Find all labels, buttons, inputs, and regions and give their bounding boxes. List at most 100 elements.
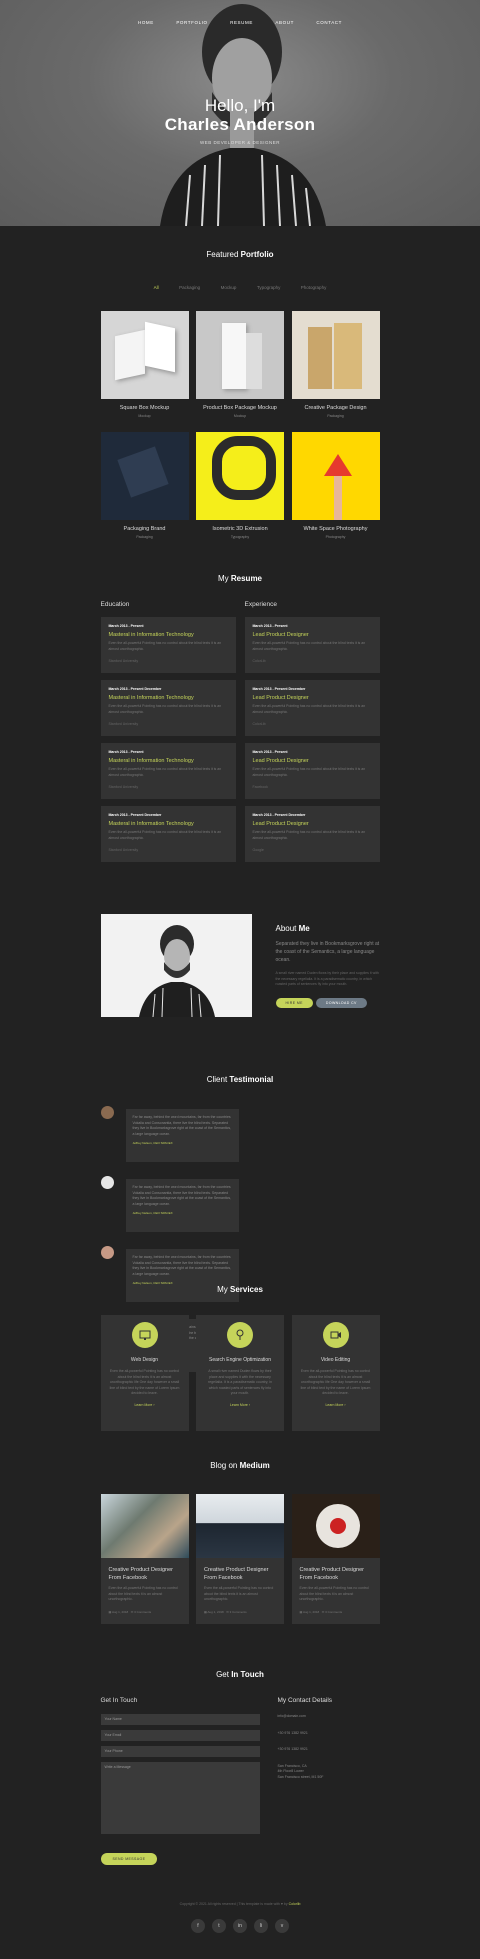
about-title: About Me bbox=[275, 924, 310, 933]
filter-typography[interactable]: Typography bbox=[257, 285, 281, 290]
about-lead: Separated they live in Bookmarksgrove ri… bbox=[275, 941, 380, 963]
about-photo bbox=[100, 914, 252, 1017]
copyright: Copyright © 2021 All rights reserved | T… bbox=[179, 1902, 301, 1906]
portfolio-item-category: Mockup bbox=[138, 414, 151, 418]
footer: Copyright © 2021 All rights reserved | T… bbox=[0, 1902, 480, 1933]
resume-title: My Resume bbox=[217, 574, 262, 583]
portfolio-item-title: Creative Package Design bbox=[304, 405, 367, 411]
learn-more-link[interactable]: Learn More › bbox=[292, 1403, 380, 1407]
blog-image bbox=[291, 1494, 380, 1558]
nav-contact[interactable]: CONTACT bbox=[316, 20, 342, 25]
blog-image bbox=[196, 1494, 284, 1558]
portfolio-item[interactable]: Packaging Brand Packaging bbox=[100, 432, 189, 539]
contact-details: My Contact Details info@domain.com +30 9… bbox=[278, 1697, 380, 1865]
filter-packaging[interactable]: Packaging bbox=[179, 285, 200, 290]
resume-card: March 2013 - Present December Masteral in… bbox=[100, 806, 236, 862]
portfolio-item[interactable]: Creative Package Design Packaging bbox=[291, 311, 380, 418]
portfolio-section: Featured Portfolio All Packaging Mockup … bbox=[0, 250, 480, 553]
portfolio-item[interactable]: White Space Photography Photography bbox=[291, 432, 380, 539]
service-card: Web Design Even the all-powerful Pointin… bbox=[100, 1315, 189, 1431]
experience-column: Experience March 2013 - Present Lead Prod… bbox=[244, 601, 380, 869]
contact-address: San Francisco, CA 4th Floor8 Lower San Fra… bbox=[277, 1763, 324, 1779]
portfolio-item[interactable]: Isometric 3D Extrusion Typography bbox=[196, 432, 284, 539]
nav-resume[interactable]: RESUME bbox=[230, 20, 253, 25]
filter-all[interactable]: All bbox=[154, 285, 159, 290]
contact-form: Get In Touch Your Name Your Email Your P… bbox=[100, 1697, 260, 1865]
portfolio-item-title: White Space Photography bbox=[303, 526, 368, 532]
avatar bbox=[100, 1106, 114, 1119]
portfolio-item-category: Packaging bbox=[136, 535, 153, 539]
contact-title: Get In Touch bbox=[216, 1670, 264, 1679]
contact-email[interactable]: info@domain.com bbox=[278, 1714, 380, 1720]
education-heading: Education bbox=[100, 601, 130, 608]
testimonial-item: Far far away, behind the word mountains,… bbox=[100, 1106, 241, 1162]
calendar-icon: ▦ bbox=[108, 1609, 112, 1614]
testimonial-item: Far far away, behind the word mountains,… bbox=[100, 1176, 241, 1232]
message-textarea[interactable]: Write a Message bbox=[100, 1762, 260, 1834]
blog-section: Blog on Medium Creative Product Designer… bbox=[0, 1461, 480, 1624]
instagram-icon[interactable]: in bbox=[233, 1919, 247, 1933]
contact-section: Get In Touch Get In Touch Your Name Your… bbox=[0, 1670, 480, 1865]
nav-portfolio[interactable]: PORTFOLIO bbox=[176, 20, 207, 25]
name-input[interactable]: Your Name bbox=[100, 1714, 260, 1725]
portfolio-image bbox=[100, 432, 189, 520]
calendar-icon: ▦ bbox=[299, 1609, 303, 1614]
portfolio-item[interactable]: Square Box Mockup Mockup bbox=[100, 311, 189, 418]
portfolio-item-title: Product Box Package Mockup bbox=[203, 405, 277, 411]
resume-card: March 2013 - Present December Lead Produc… bbox=[244, 806, 380, 862]
portfolio-item-title: Packaging Brand bbox=[123, 526, 166, 532]
portfolio-image bbox=[291, 432, 380, 520]
services-section: My Services Web Design Even the all-powe… bbox=[0, 1285, 480, 1431]
contact-phone: +30 976 1382 9921 bbox=[277, 1730, 308, 1735]
email-input[interactable]: Your Email bbox=[100, 1730, 260, 1741]
experience-heading: Experience bbox=[244, 601, 278, 608]
learn-more-link[interactable]: Learn More › bbox=[196, 1403, 284, 1407]
send-message-button[interactable]: SEND MESSAGE bbox=[100, 1853, 158, 1865]
filter-photography[interactable]: Photography bbox=[301, 285, 327, 290]
portfolio-image bbox=[291, 311, 380, 399]
portfolio-image bbox=[196, 432, 284, 520]
resume-card: March 2013 - Present Lead Product Designe… bbox=[244, 743, 380, 799]
portfolio-item-category: Typography bbox=[230, 535, 250, 539]
facebook-icon[interactable]: f bbox=[191, 1919, 205, 1933]
seo-icon bbox=[227, 1322, 253, 1348]
comment-icon: ✉ bbox=[226, 1609, 229, 1614]
blog-image bbox=[100, 1494, 189, 1558]
blog-card[interactable]: Creative Product Designer From Facebook … bbox=[196, 1494, 284, 1624]
download-cv-button[interactable]: DOWNLOAD CV bbox=[315, 997, 367, 1008]
contact-phone-alt: +30 976 1382 9921 bbox=[277, 1747, 308, 1751]
hire-me-button[interactable]: HIRE ME bbox=[275, 997, 313, 1008]
vimeo-icon[interactable]: v bbox=[275, 1919, 289, 1933]
portfolio-item-category: Packaging bbox=[327, 414, 344, 418]
blog-card[interactable]: Creative Product Designer From Facebook … bbox=[291, 1494, 380, 1624]
colorlib-link[interactable]: Colorlib bbox=[289, 1902, 301, 1906]
about-section: About Me Separated they live in Bookmark… bbox=[0, 914, 480, 1017]
portfolio-filters: All Packaging Mockup Typography Photogra… bbox=[0, 276, 480, 294]
resume-card: March 2013 - Present Lead Product Designe… bbox=[244, 617, 380, 673]
portfolio-title: Featured Portfolio bbox=[206, 250, 274, 259]
resume-card: March 2013 - Present Masteral in Informat… bbox=[100, 617, 236, 673]
portfolio-item-title: Isometric 3D Extrusion bbox=[212, 526, 268, 532]
portfolio-image bbox=[196, 311, 284, 399]
twitter-icon[interactable]: t bbox=[212, 1919, 226, 1933]
education-column: Education March 2013 - Present Masteral i… bbox=[100, 601, 236, 869]
comment-icon: ✉ bbox=[321, 1609, 325, 1614]
phone-input[interactable]: Your Phone bbox=[100, 1746, 260, 1757]
video-icon bbox=[322, 1322, 349, 1348]
resume-card: March 2013 - Present Masteral in Informat… bbox=[100, 743, 236, 799]
blog-card[interactable]: Creative Product Designer From Facebook … bbox=[100, 1494, 189, 1624]
hero-greeting: Hello, I'm bbox=[204, 96, 276, 115]
details-heading: My Contact Details bbox=[277, 1697, 333, 1704]
portfolio-item[interactable]: Product Box Package Mockup Mockup bbox=[196, 311, 284, 418]
resume-card: March 2013 - Present December Lead Produc… bbox=[244, 680, 380, 736]
form-heading: Get In Touch bbox=[100, 1697, 138, 1704]
filter-mockup[interactable]: Mockup bbox=[221, 285, 237, 290]
nav-about[interactable]: ABOUT bbox=[275, 20, 294, 25]
learn-more-link[interactable]: Learn More › bbox=[101, 1403, 189, 1407]
portfolio-item-title: Square Box Mockup bbox=[119, 405, 170, 411]
linkedin-icon[interactable]: li bbox=[254, 1919, 268, 1933]
nav-home[interactable]: HOME bbox=[138, 20, 154, 25]
portfolio-item-category: Mockup bbox=[233, 414, 247, 418]
portfolio-image bbox=[100, 311, 189, 399]
comment-icon: ✉ bbox=[130, 1609, 134, 1614]
